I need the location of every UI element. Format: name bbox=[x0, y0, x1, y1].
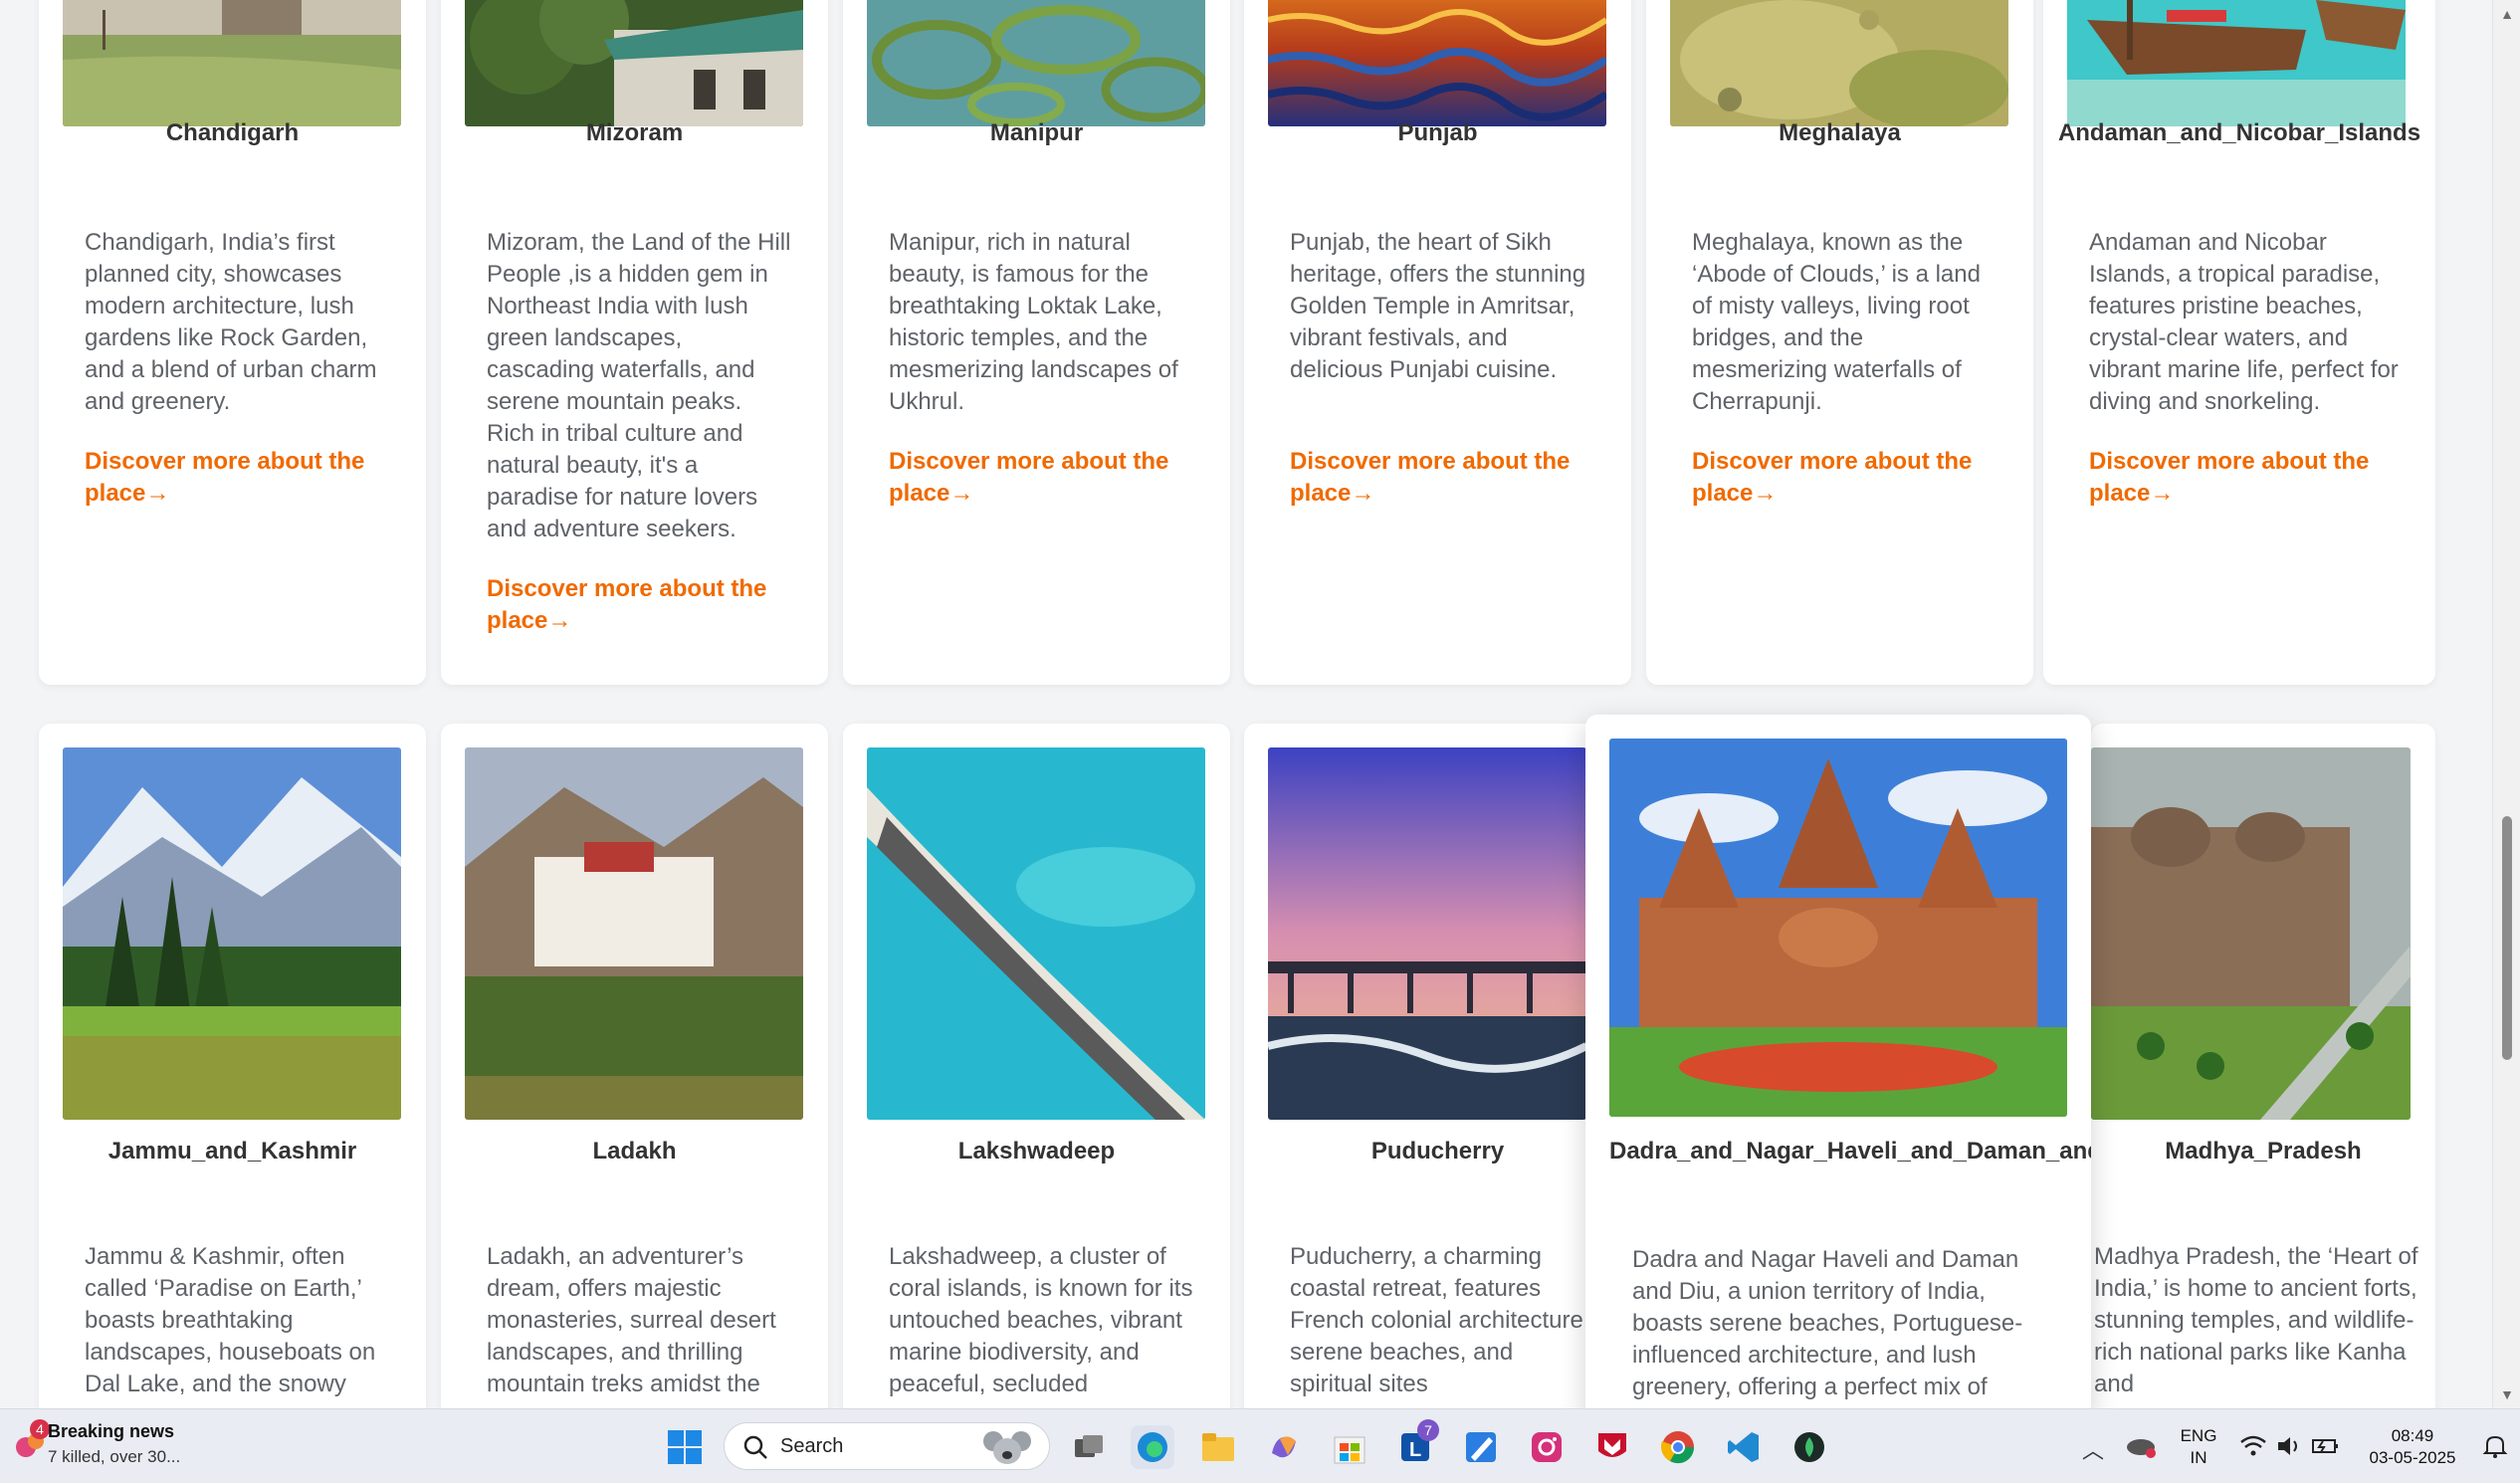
page-viewport: Chandigarh Chandigarh, India’s first pla… bbox=[0, 0, 2488, 1408]
discover-more-link[interactable]: Discover more about the place→ bbox=[85, 446, 390, 510]
discover-more-link[interactable]: Discover more about the place→ bbox=[889, 446, 1194, 510]
place-image bbox=[2067, 0, 2406, 126]
place-title: Lakshwadeep bbox=[957, 1138, 1116, 1165]
place-title: Chandigarh bbox=[165, 119, 300, 146]
place-title: Dadra_and_Nagar_Haveli_and_Daman_and bbox=[1609, 1138, 2091, 1165]
svg-text:L: L bbox=[1409, 1439, 1421, 1461]
place-card[interactable]: Ladakh Ladakh, an adventurer’s dream, of… bbox=[441, 724, 828, 1408]
place-description: Lakshadweep, a cluster of coral islands,… bbox=[889, 1243, 1193, 1397]
place-card[interactable]: Chandigarh Chandigarh, India’s first pla… bbox=[39, 0, 426, 685]
draw-app-icon[interactable] bbox=[1459, 1425, 1503, 1469]
news-title: Breaking news bbox=[48, 1421, 175, 1441]
notification-bell-icon[interactable] bbox=[2482, 1433, 2508, 1459]
place-image bbox=[63, 0, 401, 126]
news-badge: 4 bbox=[30, 1419, 50, 1439]
place-card[interactable]: Manipur Manipur, rich in natural beauty,… bbox=[843, 0, 1230, 685]
scroll-up-arrow[interactable]: ▲ bbox=[2499, 6, 2515, 22]
discover-more-link[interactable]: Discover more about the place→ bbox=[2089, 446, 2400, 510]
windows-start-icon[interactable] bbox=[663, 1425, 707, 1469]
clock-time: 08:49 bbox=[2391, 1426, 2434, 1445]
place-image bbox=[465, 0, 803, 126]
task-view-icon[interactable] bbox=[1067, 1425, 1111, 1469]
volume-icon[interactable] bbox=[2275, 1434, 2303, 1458]
instagram-icon[interactable] bbox=[1525, 1425, 1569, 1469]
search-label: Search bbox=[780, 1435, 844, 1457]
place-description: Ladakh, an adventurer’s dream, offers ma… bbox=[487, 1243, 776, 1397]
mcafee-icon[interactable] bbox=[1590, 1425, 1634, 1469]
place-title: Meghalaya bbox=[1779, 119, 1901, 146]
place-card-hovered[interactable]: Dadra_and_Nagar_Haveli_and_Daman_and Dad… bbox=[1585, 715, 2091, 1408]
place-description: Puducherry, a charming coastal retreat, … bbox=[1290, 1243, 1590, 1397]
place-description: Manipur, rich in natural beauty, is famo… bbox=[889, 229, 1178, 415]
clock[interactable]: 08:49 03-05-2025 bbox=[2353, 1425, 2472, 1469]
wifi-icon[interactable] bbox=[2239, 1434, 2267, 1458]
windows-taskbar: 4 Breaking news 7 killed, over 30... Sea… bbox=[0, 1408, 2520, 1483]
place-title: Madhya_Pradesh bbox=[2165, 1138, 2362, 1165]
file-explorer-icon[interactable] bbox=[1196, 1425, 1240, 1469]
place-description: Jammu & Kashmir, often called ‘Paradise … bbox=[85, 1243, 376, 1397]
taskbar-search[interactable]: Search bbox=[724, 1422, 1050, 1470]
battery-icon[interactable] bbox=[2311, 1434, 2341, 1458]
place-description: Andaman and Nicobar Islands, a tropical … bbox=[2089, 229, 2399, 415]
place-image bbox=[1609, 739, 2067, 1117]
place-card[interactable]: Meghalaya Meghalaya, known as the ‘Abode… bbox=[1646, 0, 2033, 685]
place-title: Jammu_and_Kashmir bbox=[107, 1138, 357, 1165]
place-description: Dadra and Nagar Haveli and Daman and Diu… bbox=[1632, 1246, 2023, 1400]
place-description: Chandigarh, India’s first planned city, … bbox=[85, 229, 377, 415]
discover-more-link[interactable]: Discover more about the place→ bbox=[487, 573, 792, 637]
place-image bbox=[1268, 0, 1606, 126]
language-indicator[interactable]: ENG IN bbox=[2176, 1425, 2221, 1469]
place-title: Mizoram bbox=[585, 119, 684, 146]
place-card[interactable]: Madhya_Pradesh Madhya Pradesh, the ‘Hear… bbox=[2091, 724, 2435, 1408]
place-card[interactable]: Mizoram Mizoram, the Land of the Hill Pe… bbox=[441, 0, 828, 685]
place-description: Meghalaya, known as the ‘Abode of Clouds… bbox=[1692, 229, 1981, 415]
place-description: Madhya Pradesh, the ‘Heart of India,’ is… bbox=[2094, 1243, 2418, 1397]
place-image bbox=[2091, 747, 2411, 1120]
microsoft-store-icon[interactable] bbox=[1328, 1425, 1371, 1469]
scrollbar-thumb[interactable] bbox=[2502, 816, 2512, 1060]
news-subtitle: 7 killed, over 30... bbox=[48, 1447, 181, 1466]
chrome-icon[interactable] bbox=[1656, 1425, 1700, 1469]
place-description: Punjab, the heart of Sikh heritage, offe… bbox=[1290, 229, 1586, 383]
place-image bbox=[867, 0, 1205, 126]
place-card[interactable]: Jammu_and_Kashmir Jammu & Kashmir, often… bbox=[39, 724, 426, 1408]
place-title: Ladakh bbox=[592, 1138, 677, 1165]
koala-search-highlight-icon bbox=[983, 1431, 1031, 1464]
place-card[interactable]: Punjab Punjab, the heart of Sikh heritag… bbox=[1244, 0, 1631, 685]
place-title: Andaman_and_Nicobar_Islands bbox=[2057, 119, 2421, 146]
place-image bbox=[465, 747, 803, 1120]
place-image bbox=[1268, 747, 1586, 1120]
place-image bbox=[63, 747, 401, 1120]
place-card[interactable]: Puducherry Puducherry, a charming coasta… bbox=[1244, 724, 1631, 1408]
vscode-icon[interactable] bbox=[1722, 1425, 1766, 1469]
discover-more-link[interactable]: Discover more about the place→ bbox=[1290, 446, 1595, 510]
place-title: Puducherry bbox=[1370, 1138, 1505, 1165]
place-image bbox=[1670, 0, 2008, 126]
place-card[interactable]: Andaman_and_Nicobar_Islands Andaman and … bbox=[2043, 0, 2435, 685]
copilot-icon[interactable] bbox=[1262, 1425, 1306, 1469]
onedrive-icon[interactable] bbox=[2125, 1431, 2159, 1459]
place-card[interactable]: Lakshwadeep Lakshadweep, a cluster of co… bbox=[843, 724, 1230, 1408]
place-image bbox=[867, 747, 1205, 1120]
place-title: Manipur bbox=[989, 119, 1084, 146]
region-code: IN bbox=[2190, 1448, 2207, 1467]
place-title: Punjab bbox=[1397, 119, 1478, 146]
clock-date: 03-05-2025 bbox=[2369, 1448, 2456, 1467]
discover-more-link[interactable]: Discover more about the place→ bbox=[1692, 446, 1997, 510]
language-code: ENG bbox=[2180, 1426, 2217, 1445]
app-leaf-icon[interactable] bbox=[1787, 1425, 1831, 1469]
place-description: Mizoram, the Land of the Hill People ,is… bbox=[487, 229, 791, 542]
scroll-down-arrow[interactable]: ▼ bbox=[2499, 1386, 2515, 1402]
show-hidden-icons-chevron-icon[interactable]: ︿ bbox=[2082, 1433, 2104, 1465]
search-icon bbox=[743, 1435, 767, 1459]
vertical-scrollbar[interactable]: ▲ ▼ bbox=[2492, 0, 2520, 1408]
outlook-badge: 7 bbox=[1417, 1419, 1439, 1441]
edge-browser-icon[interactable] bbox=[1131, 1425, 1174, 1469]
